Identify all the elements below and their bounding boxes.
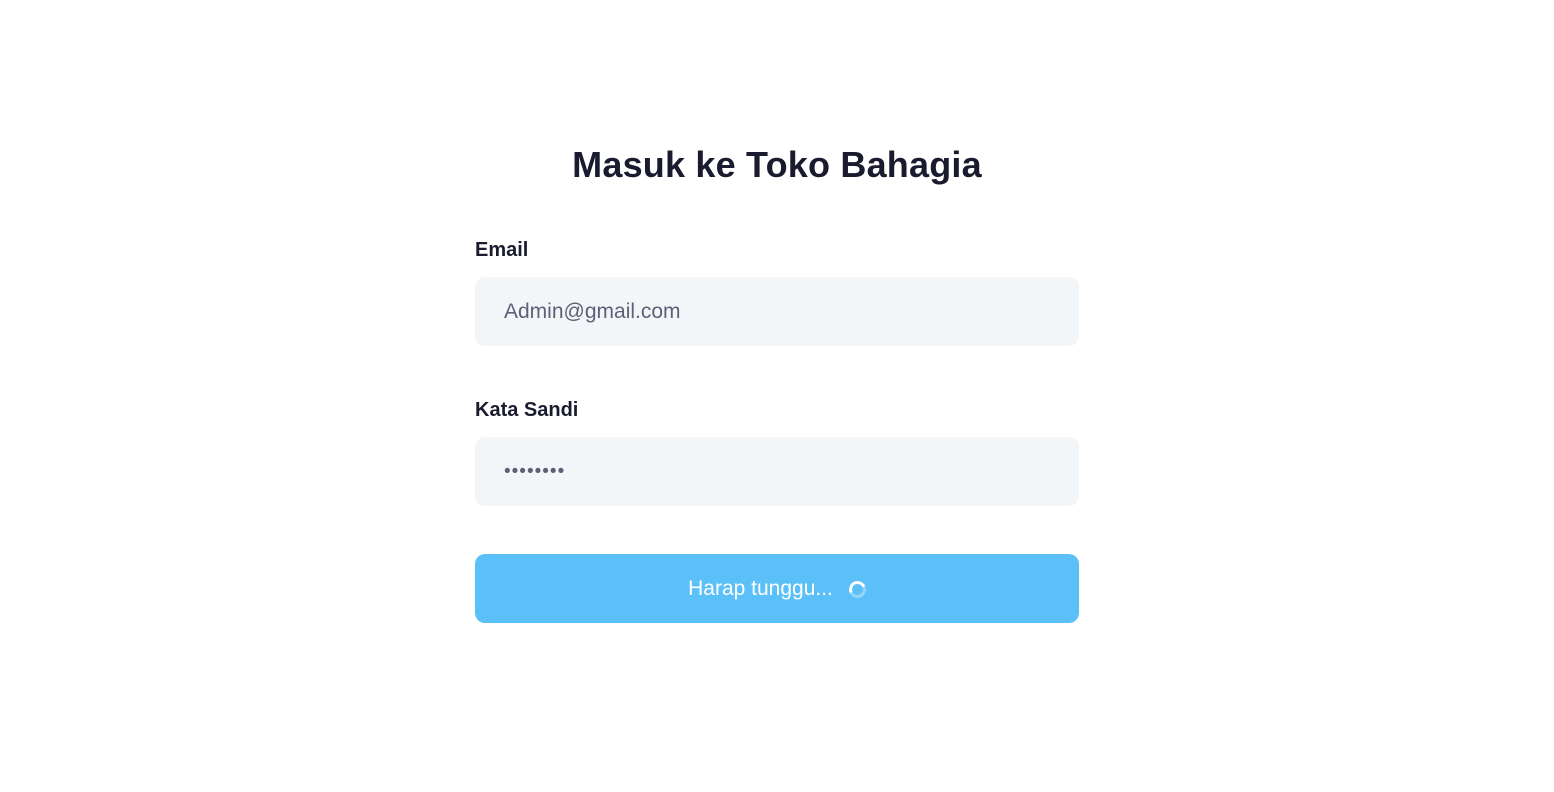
email-label: Email	[475, 239, 529, 261]
password-input[interactable]: ••••••••	[475, 437, 1079, 506]
loading-spinner-icon	[846, 578, 869, 601]
password-label: Kata Sandi	[475, 399, 579, 421]
page-title: Masuk ke Toko Bahagia	[572, 144, 982, 185]
login-form: Masuk ke Toko Bahagia Email Kata Sandi •…	[475, 140, 1079, 623]
password-value: ••••••••	[504, 460, 566, 482]
login-submit-button[interactable]: Harap tunggu...	[475, 554, 1079, 623]
email-input[interactable]	[475, 277, 1079, 346]
submit-button-label: Harap tunggu...	[688, 577, 833, 600]
